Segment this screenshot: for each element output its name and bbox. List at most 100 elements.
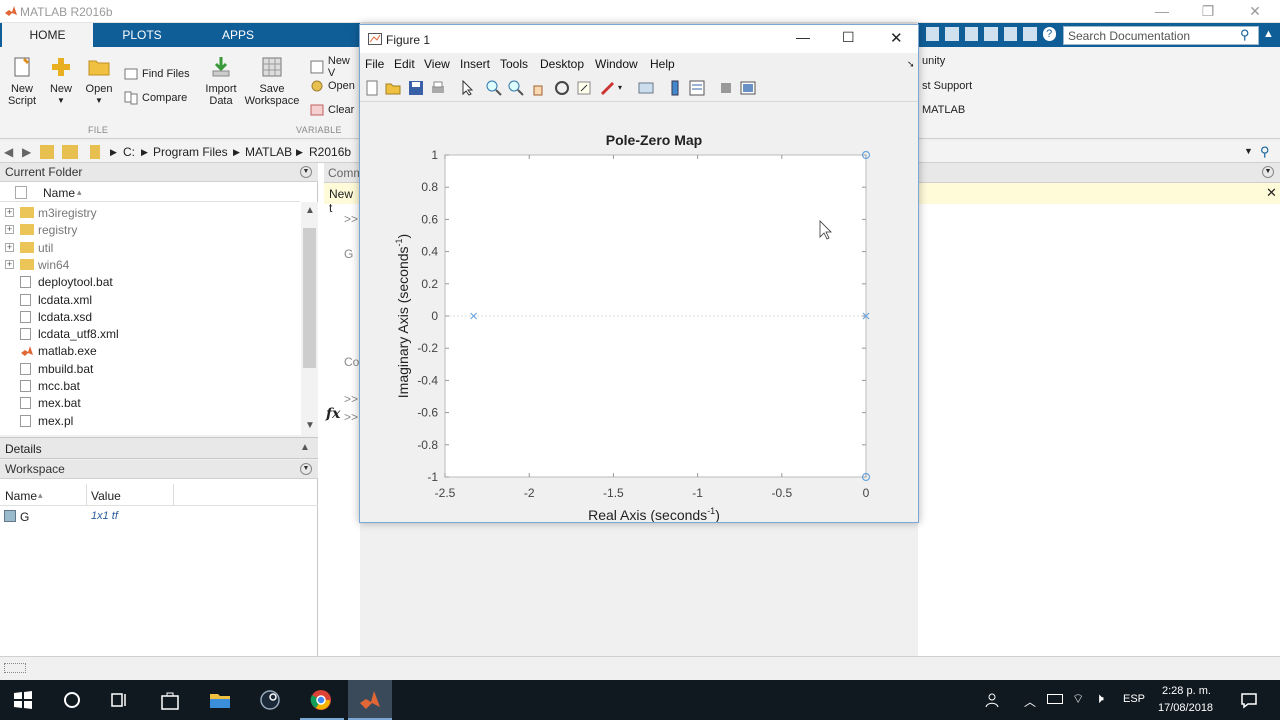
browse-folder-icon[interactable] — [62, 145, 78, 159]
current-folder-column-header[interactable]: Name ▴ — [0, 182, 300, 202]
pole-zero-plot[interactable]: Pole-Zero Map -2.5 -2 -1.5 -1 -0.5 0 1 0.8 0.6 0… — [360, 103, 918, 522]
tab-plots[interactable]: PLOTS — [100, 23, 184, 47]
search-input[interactable]: Search Documentation — [1063, 26, 1259, 45]
expand-icon[interactable]: + — [5, 208, 14, 217]
menu-tools[interactable]: Tools — [500, 57, 528, 71]
search-folder-icon[interactable]: ⚲ — [1260, 144, 1270, 160]
scroll-up-icon[interactable]: ▲ — [305, 205, 315, 216]
column-divider[interactable] — [173, 484, 174, 506]
figure-title-bar[interactable]: Figure 1 — ☐ ✕ — [360, 25, 918, 53]
paste-icon[interactable] — [984, 27, 998, 41]
hide-plot-tools-icon[interactable] — [718, 80, 734, 96]
find-files-button[interactable]: Find Files — [124, 67, 190, 81]
open-button[interactable]: Open ▼ — [84, 55, 114, 107]
minimize-icon[interactable]: — — [1148, 2, 1176, 20]
brush-icon[interactable] — [600, 80, 616, 96]
save-workspace-button[interactable]: Save Workspace — [244, 55, 300, 107]
help-icon[interactable]: ? — [1042, 27, 1056, 41]
open-variable-button[interactable]: Open — [310, 79, 355, 93]
scrollbar-thumb[interactable] — [303, 228, 316, 368]
figure-close-icon[interactable]: ✕ — [890, 29, 903, 47]
menu-insert[interactable]: Insert — [460, 57, 490, 71]
network-icon[interactable]: ⌔ — [1072, 691, 1084, 707]
scroll-down-icon[interactable]: ▼ — [305, 420, 315, 431]
colorbar-icon[interactable] — [667, 80, 683, 96]
address-dropdown-icon[interactable]: ▼ — [1244, 146, 1253, 156]
command-input[interactable]: >> — [344, 410, 358, 424]
clear-workspace-button[interactable]: Clear — [310, 103, 354, 117]
people-icon[interactable] — [985, 691, 1003, 709]
compare-button[interactable]: Compare — [124, 91, 187, 105]
print-icon[interactable] — [430, 80, 446, 96]
file-explorer-icon[interactable] — [208, 688, 232, 712]
workspace-row[interactable]: G 1x1 tf — [0, 507, 318, 525]
chrome-taskbar-item[interactable] — [300, 680, 344, 720]
figure-minimize-icon[interactable]: — — [796, 29, 810, 45]
list-item[interactable]: lcdata_utf8.xml — [0, 326, 300, 343]
command-window[interactable]: Comm New t >> G Co >> fx >> — [318, 163, 363, 656]
new-script-button[interactable]: New Script — [4, 55, 40, 107]
close-banner-icon[interactable]: ✕ — [1266, 185, 1277, 201]
matlab-taskbar-item[interactable] — [348, 680, 392, 720]
close-icon[interactable]: ✕ — [1241, 2, 1269, 20]
rotate-3d-icon[interactable] — [554, 80, 570, 96]
pan-icon[interactable] — [530, 80, 546, 96]
list-item[interactable]: + registry — [0, 222, 300, 239]
breadcrumb-r2016b[interactable]: R2016b — [309, 145, 351, 159]
breadcrumb-matlab[interactable]: MATLAB — [245, 145, 292, 159]
list-item[interactable]: mcc.bat — [0, 378, 300, 395]
zoom-in-icon[interactable] — [486, 80, 502, 96]
details-panel[interactable]: Details ▲ — [0, 437, 318, 459]
back-icon[interactable]: ◀ — [4, 145, 13, 159]
new-figure-icon[interactable] — [364, 80, 380, 96]
tab-home[interactable]: HOME — [2, 23, 93, 47]
list-item[interactable]: matlab.exe — [0, 343, 300, 360]
link-plot-icon[interactable] — [638, 80, 654, 96]
list-item[interactable]: mex.pl — [0, 413, 300, 430]
action-center-icon[interactable] — [1240, 691, 1258, 709]
save-icon[interactable] — [926, 27, 940, 41]
windows-start-icon[interactable] — [11, 688, 35, 712]
command-window-right[interactable]: ▼ ✕ — [918, 163, 1280, 656]
file-list-scrollbar[interactable]: ▲ ▼ — [301, 202, 318, 435]
legend-icon[interactable] — [689, 80, 705, 96]
data-cursor-icon[interactable] — [576, 80, 592, 96]
list-item[interactable]: + util — [0, 240, 300, 257]
show-plot-tools-icon[interactable] — [740, 80, 756, 96]
undo-icon[interactable] — [1003, 27, 1018, 41]
breadcrumb-program-files[interactable]: Program Files — [153, 145, 228, 159]
open-file-icon[interactable] — [385, 80, 401, 96]
expand-icon[interactable]: + — [5, 242, 14, 252]
new-variable-button[interactable]: New V — [310, 55, 360, 79]
fx-icon[interactable]: fx — [326, 406, 340, 422]
redo-icon[interactable] — [1023, 27, 1037, 41]
tab-apps[interactable]: APPS — [196, 23, 280, 47]
save-figure-icon[interactable] — [408, 80, 424, 96]
community-link[interactable]: unity — [922, 55, 945, 67]
list-item[interactable]: mbuild.bat — [0, 361, 300, 378]
list-item[interactable]: + m3iregistry — [0, 205, 300, 222]
menu-help[interactable]: Help — [650, 57, 675, 71]
show-hidden-icons-icon[interactable]: ︿ — [1024, 693, 1036, 710]
menu-edit[interactable]: Edit — [394, 57, 415, 71]
menu-file[interactable]: File — [365, 57, 384, 71]
zoom-out-icon[interactable] — [508, 80, 524, 96]
breadcrumb-drive[interactable]: C: — [123, 145, 135, 159]
menu-window[interactable]: Window — [595, 57, 638, 71]
clock-time[interactable]: 2:28 p. m. — [1162, 685, 1211, 697]
learn-matlab-link[interactable]: MATLAB — [922, 104, 965, 116]
new-to-matlab-banner[interactable]: New t — [324, 183, 360, 215]
list-item[interactable]: + win64 — [0, 257, 300, 274]
pointer-icon[interactable] — [459, 80, 475, 96]
expand-icon[interactable]: + — [5, 225, 14, 235]
panel-menu-icon[interactable]: ▼ — [1262, 166, 1274, 178]
dock-arrow-icon[interactable]: ➘ — [907, 59, 915, 70]
list-item[interactable]: mex.bat — [0, 395, 300, 412]
collapse-ribbon-icon[interactable]: ▲ — [1263, 28, 1274, 40]
support-link[interactable]: st Support — [922, 80, 972, 92]
expand-icon[interactable]: + — [5, 259, 14, 269]
list-item[interactable]: lcdata.xsd — [0, 309, 300, 326]
panel-menu-icon[interactable]: ▼ — [300, 463, 312, 475]
steam-icon[interactable] — [258, 688, 282, 712]
volume-icon[interactable]: 🕨 — [1095, 690, 1104, 707]
